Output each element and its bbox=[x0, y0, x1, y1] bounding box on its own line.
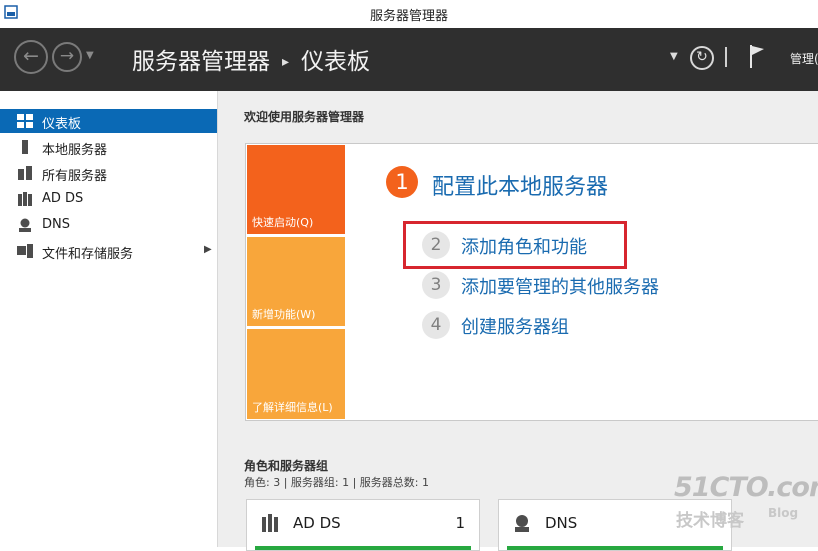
breadcrumb: 服务器管理器 ▸ 仪表板 bbox=[132, 42, 370, 76]
main-content: 欢迎使用服务器管理器 快速启动(Q) 新增功能(W) 了解详细信息(L) 1 配… bbox=[218, 91, 818, 551]
sidebar-item-label: 文件和存储服务 bbox=[42, 247, 134, 262]
role-card-name: DNS bbox=[545, 514, 578, 532]
tile-learn-more[interactable]: 了解详细信息(L) bbox=[247, 329, 345, 419]
welcome-title: 欢迎使用服务器管理器 bbox=[244, 110, 365, 124]
breadcrumb-separator: ▸ bbox=[282, 54, 290, 70]
header-dropdown[interactable]: ▼ bbox=[670, 51, 678, 62]
create-server-group-link[interactable]: 创建服务器组 bbox=[461, 313, 569, 339]
sidebar-item-dns[interactable]: DNS bbox=[0, 213, 217, 237]
highlight-annotation-box bbox=[403, 221, 627, 269]
sidebar-item-ad-ds[interactable]: AD DS bbox=[0, 187, 217, 211]
dashboard-icon bbox=[17, 114, 33, 128]
sidebar-item-label: DNS bbox=[42, 217, 70, 232]
servers-icon bbox=[18, 166, 32, 180]
ad-ds-icon bbox=[18, 192, 32, 206]
refresh-button[interactable]: ↻ bbox=[690, 46, 714, 70]
step-number-badge: 4 bbox=[422, 311, 450, 339]
sidebar-item-label: AD DS bbox=[42, 191, 84, 206]
step-number-badge: 1 bbox=[386, 166, 418, 198]
role-card-name: AD DS bbox=[293, 514, 341, 532]
sidebar-item-label: 仪表板 bbox=[42, 117, 82, 132]
sidebar-item-label: 所有服务器 bbox=[42, 169, 108, 184]
manage-menu[interactable]: 管理(M) bbox=[790, 50, 818, 67]
window-titlebar: 服务器管理器 bbox=[0, 0, 818, 29]
tile-label: 快速启动(Q) bbox=[252, 216, 314, 229]
tile-whats-new[interactable]: 新增功能(W) bbox=[247, 237, 345, 326]
chevron-right-icon[interactable]: ▶ bbox=[204, 244, 212, 255]
welcome-box: 快速启动(Q) 新增功能(W) 了解详细信息(L) 1 配置此本地服务器 2 添… bbox=[245, 143, 818, 421]
sidebar-item-all-servers[interactable]: 所有服务器 bbox=[0, 161, 217, 185]
sidebar-item-dashboard[interactable]: 仪表板 bbox=[0, 109, 217, 133]
sidebar: 仪表板 本地服务器 所有服务器 AD DS DNS 文件和存储服务 ▶ bbox=[0, 91, 218, 547]
configure-local-server-link[interactable]: 配置此本地服务器 bbox=[432, 169, 608, 201]
notifications-flag-icon[interactable] bbox=[747, 43, 767, 69]
sidebar-item-file-storage[interactable]: 文件和存储服务 ▶ bbox=[0, 239, 217, 263]
roles-section-title: 角色和服务器组 bbox=[244, 459, 329, 473]
ad-ds-icon bbox=[262, 514, 278, 532]
nav-history-dropdown[interactable]: ▼ bbox=[86, 50, 94, 61]
header-bar: ← → ▼ 服务器管理器 ▸ 仪表板 ▼ ↻ 管理(M) bbox=[0, 28, 818, 91]
tile-label: 新增功能(W) bbox=[252, 308, 316, 321]
file-storage-icon bbox=[17, 244, 33, 258]
breadcrumb-page: 仪表板 bbox=[301, 49, 371, 75]
dns-icon bbox=[515, 515, 529, 532]
arrow-left-icon: ← bbox=[23, 45, 39, 67]
sidebar-item-local-server[interactable]: 本地服务器 bbox=[0, 135, 217, 159]
forward-button[interactable]: → bbox=[52, 42, 82, 72]
server-icon bbox=[22, 140, 28, 154]
role-card-dns[interactable]: DNS bbox=[498, 499, 732, 551]
window-title: 服务器管理器 bbox=[369, 9, 448, 24]
arrow-right-icon: → bbox=[59, 46, 75, 66]
header-divider bbox=[725, 47, 727, 67]
role-card-count: 1 bbox=[455, 514, 465, 532]
back-button[interactable]: ← bbox=[14, 40, 48, 74]
sidebar-item-label: 本地服务器 bbox=[42, 143, 108, 158]
step-number-badge: 3 bbox=[422, 271, 450, 299]
dns-icon bbox=[19, 218, 31, 232]
refresh-icon: ↻ bbox=[696, 49, 708, 65]
role-card-ad-ds[interactable]: AD DS 1 bbox=[246, 499, 480, 551]
breadcrumb-app[interactable]: 服务器管理器 bbox=[132, 49, 270, 75]
add-servers-link[interactable]: 添加要管理的其他服务器 bbox=[461, 273, 659, 299]
tile-label: 了解详细信息(L) bbox=[252, 401, 333, 414]
roles-counts: 角色: 3 | 服务器组: 1 | 服务器总数: 1 bbox=[244, 476, 430, 489]
tile-quick-start[interactable]: 快速启动(Q) bbox=[247, 145, 345, 234]
